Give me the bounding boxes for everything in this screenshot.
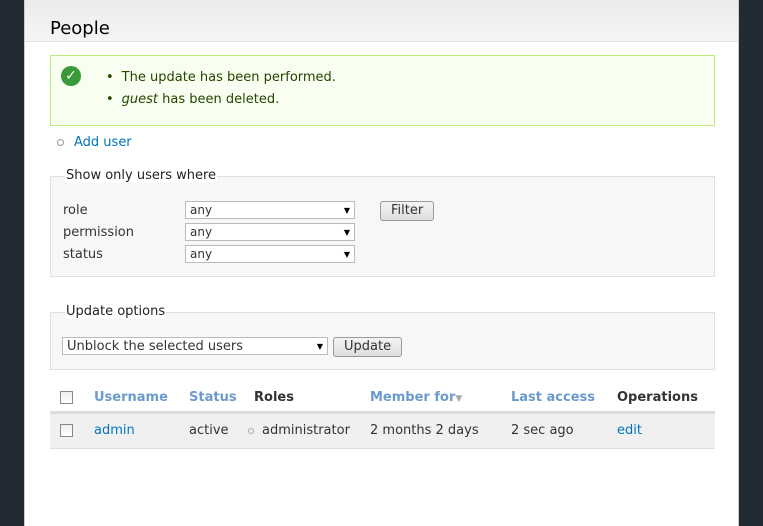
deleted-user: guest [121,92,159,107]
permission-select[interactable]: any ▼ [185,223,355,241]
filter-fieldset: Show only users where role any ▼ permissio… [50,168,715,277]
status-message: ✓ The update has been performed. guest h… [50,55,715,126]
page-title: People [50,18,110,39]
bullet-icon [57,139,64,146]
header-roles: Roles [248,384,364,414]
last-access-cell: 2 sec ago [505,412,611,449]
update-legend: Update options [65,304,167,319]
bullet-icon [248,427,254,434]
chevron-down-icon: ▼ [343,227,350,237]
status-select[interactable]: any ▼ [185,245,355,263]
row-checkbox[interactable] [60,424,73,437]
chevron-down-icon: ▼ [343,249,350,259]
permission-label: permission [63,224,134,240]
role-label: role [63,202,88,218]
add-user-link[interactable]: Add user [74,135,132,150]
header-member-for[interactable]: Member for▼ [364,384,505,414]
update-action-value: Unblock the selected users [67,338,243,354]
header-member-for-label: Member for [370,389,456,405]
role-select[interactable]: any ▼ [185,201,355,219]
username-link[interactable]: admin [94,423,135,438]
update-button[interactable]: Update [333,337,403,357]
header-last-access[interactable]: Last access [505,384,611,414]
header-operations: Operations [611,384,715,414]
roles-cell: administrator [248,412,364,449]
sort-desc-icon: ▼ [455,393,463,404]
update-options-fieldset: Update options Unblock the selected user… [50,304,715,370]
status-value: any [190,247,213,261]
people-panel: People ✓ The update has been performed. … [24,0,739,526]
filter-legend: Show only users where [65,168,218,183]
status-cell: active [183,412,248,449]
filter-button[interactable]: Filter [380,201,435,221]
message-item: guest has been deleted. [106,92,336,107]
role-text: administrator [262,423,350,438]
role-value: any [190,203,213,217]
message-item: The update has been performed. [106,70,336,85]
permission-value: any [190,225,213,239]
edit-link[interactable]: edit [617,423,642,438]
header-status[interactable]: Status [183,384,248,414]
check-icon: ✓ [61,66,81,86]
page-header: People [25,0,738,42]
add-user-item: Add user [57,135,132,150]
users-table: Username Status Roles Member for▼ Last a… [50,384,715,449]
update-action-select[interactable]: Unblock the selected users ▼ [62,337,328,355]
chevron-down-icon: ▼ [316,341,323,351]
table-row: admin active administrator 2 months 2 da… [50,412,715,449]
table-header: Username Status Roles Member for▼ Last a… [50,384,715,414]
select-all-checkbox[interactable] [60,390,73,404]
status-label: status [63,246,103,262]
chevron-down-icon: ▼ [343,205,350,215]
member-for-cell: 2 months 2 days [364,412,505,449]
message-text: has been deleted. [158,92,280,107]
header-username[interactable]: Username [88,384,183,414]
